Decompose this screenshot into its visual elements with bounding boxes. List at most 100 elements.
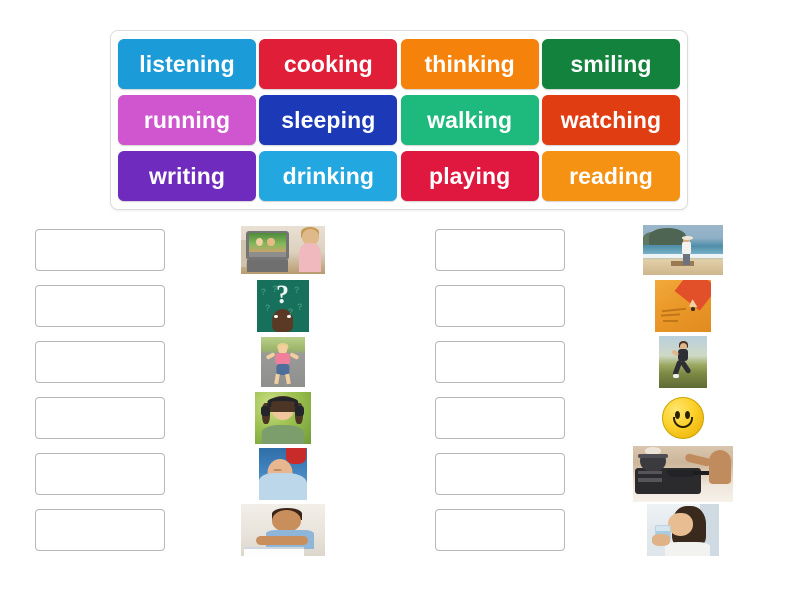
word-tile-playing[interactable]: playing: [400, 151, 539, 201]
walk-body: [681, 241, 692, 255]
image-smiley-face: [661, 396, 705, 440]
thumbnail-cell: [165, 390, 400, 446]
dropzone-person-walking-on-beach[interactable]: [435, 229, 565, 271]
cook-grate2: [637, 478, 662, 482]
tile-row: listening cooking thinking smiling: [118, 39, 680, 89]
thumbnail-cell: [165, 502, 400, 558]
thumbnail-cell: [165, 334, 400, 390]
word-tile-reading[interactable]: reading: [541, 151, 680, 201]
dropzone-child-watching-television[interactable]: [35, 229, 165, 271]
thumbnail-cell: [565, 278, 800, 334]
word-tile-drinking[interactable]: drinking: [259, 151, 398, 201]
word-tile-walking[interactable]: walking: [400, 95, 539, 145]
word-tile-thinking[interactable]: thinking: [400, 39, 539, 89]
play-armL: [265, 351, 275, 359]
thumbnail-cell: [565, 502, 800, 558]
word-tile-writing[interactable]: writing: [118, 151, 256, 201]
write-lead: [690, 307, 695, 311]
run-legB: [680, 360, 693, 375]
image-woman-drinking-water: [646, 504, 719, 556]
word-tile-sleeping[interactable]: sleeping: [259, 95, 398, 145]
pair-row: [0, 222, 400, 278]
dropzone-woman-drinking-water[interactable]: [435, 509, 565, 551]
image-boy-reading-book: [240, 504, 325, 556]
watch-lamp: [241, 240, 246, 267]
run-shoe: [672, 374, 679, 379]
pair-row: [400, 502, 800, 558]
word-tile-watching[interactable]: watching: [541, 95, 680, 145]
dropzone-boy-reading-book[interactable]: [35, 509, 165, 551]
write-line2: [661, 313, 681, 317]
question-mark-doodle: ?: [297, 301, 303, 312]
tile-row: running sleeping walking watching: [118, 95, 680, 145]
image-child-watching-television: [240, 226, 325, 274]
cook-grate1: [637, 470, 662, 474]
matching-grid: ???????: [0, 222, 800, 558]
pair-row: [0, 390, 400, 446]
write-line1: [662, 307, 686, 313]
image-person-walking-on-beach: [642, 225, 723, 275]
thumbnail-cell: [565, 390, 800, 446]
thumbnail-cell: ???????: [165, 278, 400, 334]
watch-stand: [247, 259, 288, 273]
image-woman-listening-headphones: [254, 392, 311, 444]
question-mark-doodle: ?: [272, 284, 278, 295]
pair-row: [400, 390, 800, 446]
question-mark-doodle: ?: [287, 307, 294, 318]
dropzone-smiley-face[interactable]: [435, 397, 565, 439]
question-mark-doodle: ?: [293, 285, 300, 296]
word-tile-smiling[interactable]: smiling: [541, 39, 680, 89]
cook-pot: [639, 456, 666, 471]
dropzone-boy-thinking-question-mark-chalkboard[interactable]: [35, 285, 165, 327]
play-legR: [285, 373, 291, 384]
read-head: [272, 510, 301, 533]
walk-hill: [648, 228, 686, 245]
image-child-playing-outdoors: [260, 337, 305, 387]
pair-row: [0, 446, 400, 502]
question-mark-doodle: ?: [260, 287, 267, 298]
dropzone-child-playing-outdoors[interactable]: [35, 341, 165, 383]
dropzone-pencil-writing-on-paper[interactable]: [435, 285, 565, 327]
image-woman-running-outdoors: [658, 336, 707, 388]
question-mark-doodle: ?: [264, 302, 271, 313]
sleep-red: [286, 448, 306, 464]
dropzone-baby-sleeping[interactable]: [35, 453, 165, 495]
dropzone-woman-running-outdoors[interactable]: [435, 341, 565, 383]
word-tile-listening[interactable]: listening: [118, 39, 256, 89]
pair-row: [400, 446, 800, 502]
cook-arm: [708, 450, 731, 485]
listen-cupL: [261, 405, 270, 416]
pair-row: [400, 334, 800, 390]
pair-row: [400, 278, 800, 334]
pair-column-1: ???????: [0, 222, 400, 558]
thumbnail-cell: [165, 222, 400, 278]
read-book: [243, 546, 305, 556]
listen-cupR: [295, 405, 304, 416]
cook-pan: [666, 469, 697, 477]
play-legL: [274, 373, 280, 384]
read-arms: [255, 536, 308, 545]
play-pants: [275, 363, 290, 375]
image-pencil-writing-on-paper: [654, 280, 711, 332]
image-boy-thinking-question-mark-chalkboard: ???????: [256, 280, 309, 332]
drink-body: [665, 542, 710, 556]
dropzone-cooking-on-stove[interactable]: [435, 453, 565, 495]
tile-row: writing drinking playing reading: [118, 151, 680, 201]
walk-hat: [681, 236, 693, 240]
cook-arm2: [683, 453, 712, 467]
word-tile-running[interactable]: running: [118, 95, 256, 145]
pair-row: [0, 502, 400, 558]
word-tile-cooking[interactable]: cooking: [259, 39, 398, 89]
pair-column-2: [400, 222, 800, 558]
question-mark-icon: ?: [276, 280, 289, 310]
cook-potlid: [637, 454, 668, 459]
dropzone-woman-listening-headphones[interactable]: [35, 397, 165, 439]
image-cooking-on-stove: [632, 446, 733, 502]
walk-leg: [683, 254, 690, 265]
drink-face: [668, 513, 693, 537]
thumbnail-cell: [565, 334, 800, 390]
watch-kidb: [299, 243, 322, 273]
pair-row: ???????: [0, 278, 400, 334]
activity-stage: listening cooking thinking smiling running sl…: [0, 0, 800, 600]
thumbnail-cell: [165, 446, 400, 502]
